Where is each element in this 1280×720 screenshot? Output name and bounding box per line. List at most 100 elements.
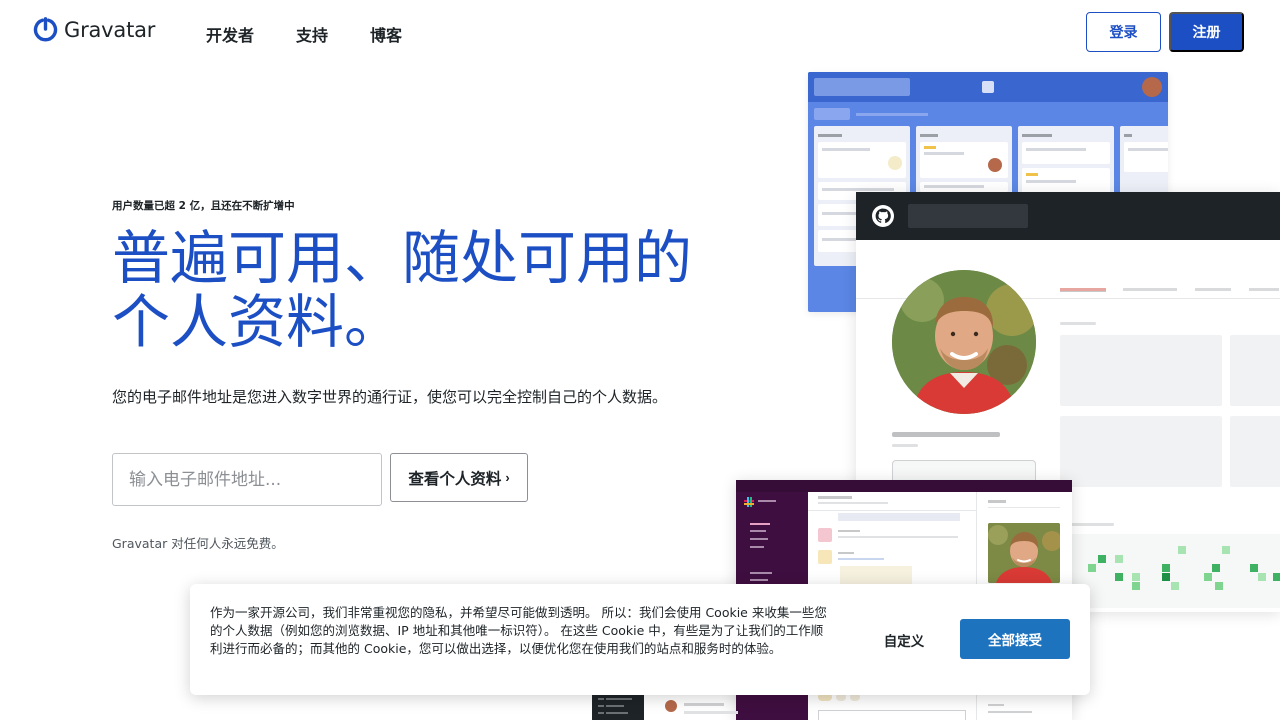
slack-attachment	[840, 566, 912, 584]
contrib-cell	[1178, 546, 1186, 554]
person-photo-icon	[892, 270, 1036, 414]
trello-card-label	[1026, 173, 1038, 176]
slack-profile-title	[988, 500, 1006, 503]
github-handle-line	[892, 444, 918, 447]
contrib-cell	[1162, 564, 1170, 572]
free-note: Gravatar 对任何人永远免费。	[112, 536, 284, 551]
trello-column-title	[1022, 134, 1052, 137]
view-profile-label: 查看个人资料	[408, 470, 502, 488]
contrib-cell	[1222, 546, 1230, 554]
user-count-eyebrow: 用户数量已超 2 亿，且还在不断扩增中	[112, 200, 295, 212]
login-button[interactable]: 登录	[1086, 12, 1161, 52]
github-repo-card	[1230, 335, 1280, 406]
github-tab	[1123, 288, 1177, 291]
github-repo-card	[1060, 335, 1222, 406]
github-tab-underline	[1060, 291, 1106, 292]
trello-card-avatar	[988, 158, 1002, 172]
trello-card-line	[1026, 180, 1076, 183]
view-profile-button[interactable]: 查看个人资料 ›	[390, 453, 528, 502]
contrib-cell	[1215, 582, 1223, 590]
slack-channel-line	[750, 572, 772, 574]
headline-line-1: 普遍可用、随处可用的	[112, 224, 693, 292]
trello-card-line	[924, 152, 964, 155]
github-icon	[872, 205, 894, 227]
slack-message-line	[838, 536, 958, 538]
slack-header-line	[818, 496, 852, 499]
slack-channel-line	[750, 523, 770, 525]
contrib-cell	[1162, 573, 1170, 581]
list-avatar	[665, 700, 677, 712]
contrib-cell	[1132, 573, 1140, 581]
trello-avatar	[1142, 77, 1162, 97]
hero-headline: 普遍可用、随处可用的 个人资料。	[112, 226, 712, 354]
trello-search-placeholder	[814, 78, 910, 96]
trello-card-line	[822, 148, 870, 151]
contrib-cell	[1115, 555, 1123, 563]
contrib-cell	[1258, 573, 1266, 581]
slack-topbar	[736, 480, 1072, 492]
slack-message-line	[838, 552, 854, 554]
gravatar-logo[interactable]: Gravatar	[32, 17, 155, 43]
list-line	[684, 703, 724, 706]
trello-card	[1124, 142, 1168, 172]
trello-card-line	[822, 188, 894, 191]
trello-card	[1022, 142, 1110, 164]
slack-message-avatar	[818, 550, 832, 564]
nav-blog[interactable]: 博客	[370, 22, 402, 46]
person-photo-icon	[988, 523, 1060, 583]
github-repo-card	[1230, 416, 1280, 487]
profile-avatar	[892, 270, 1036, 414]
hero-description: 您的电子邮件地址是您进入数字世界的通行证，使您可以完全控制自己的个人数据。	[112, 388, 668, 406]
slack-profile-photo	[988, 523, 1060, 583]
slack-header-line	[818, 502, 888, 504]
customize-cookies-button[interactable]: 自定义	[854, 626, 954, 654]
email-input[interactable]	[112, 453, 382, 506]
github-repo-card	[1060, 416, 1222, 487]
slack-channel-line	[750, 579, 768, 581]
accept-all-cookies-button[interactable]: 全部接受	[960, 619, 1070, 659]
register-button[interactable]: 注册	[1169, 12, 1244, 52]
slack-icon	[744, 497, 754, 507]
slack-channel-line	[750, 530, 766, 532]
trello-card-line	[924, 185, 984, 188]
github-tab	[1195, 288, 1231, 291]
contrib-cell	[1250, 564, 1258, 572]
slack-channel-line	[750, 546, 764, 548]
trello-board-title	[814, 108, 850, 120]
contrib-cell	[1098, 555, 1106, 563]
trello-column-title	[920, 134, 938, 137]
site-header: Gravatar 开发者 支持 博客 登录 注册	[0, 0, 1280, 64]
contrib-cell	[1273, 573, 1280, 581]
slack-profile-line	[988, 704, 1004, 706]
contrib-cell	[1088, 564, 1096, 572]
contrib-cell	[1115, 573, 1123, 581]
trello-board-subtitle	[856, 113, 928, 116]
trello-card-dot	[888, 156, 902, 170]
chevron-right-icon: ›	[505, 470, 510, 485]
trello-card-line	[1026, 148, 1086, 151]
slack-message-line	[838, 530, 860, 532]
contrib-cell	[1204, 573, 1212, 581]
github-name-line	[892, 432, 1000, 437]
github-section-title	[1060, 322, 1096, 325]
trello-card-label	[924, 146, 936, 149]
contrib-cell	[1171, 582, 1179, 590]
slack-profile-line	[988, 711, 1032, 713]
cookie-notice-text: 作为一家开源公司，我们非常重视您的隐私，并希望尽可能做到透明。 所以：我们会使用…	[210, 605, 827, 656]
logo-text: Gravatar	[64, 18, 156, 42]
trello-icon	[982, 81, 994, 93]
nav-support[interactable]: 支持	[296, 22, 328, 46]
trello-card	[818, 142, 906, 178]
trello-card-line	[1128, 148, 1168, 151]
slack-message-line	[838, 558, 884, 560]
cookie-banner: 作为一家开源公司，我们非常重视您的隐私，并希望尽可能做到透明。 所以：我们会使用…	[190, 584, 1090, 695]
nav-developers[interactable]: 开发者	[206, 22, 254, 46]
github-search-placeholder	[908, 204, 1028, 228]
headline-line-2: 个人资料。	[112, 288, 403, 356]
slack-input-box	[818, 710, 966, 720]
trello-column-title	[818, 134, 842, 137]
slack-workspace-name	[758, 500, 776, 502]
slack-channel-line	[750, 538, 768, 540]
contrib-cell	[1132, 582, 1140, 590]
slack-header-divider	[808, 510, 976, 511]
